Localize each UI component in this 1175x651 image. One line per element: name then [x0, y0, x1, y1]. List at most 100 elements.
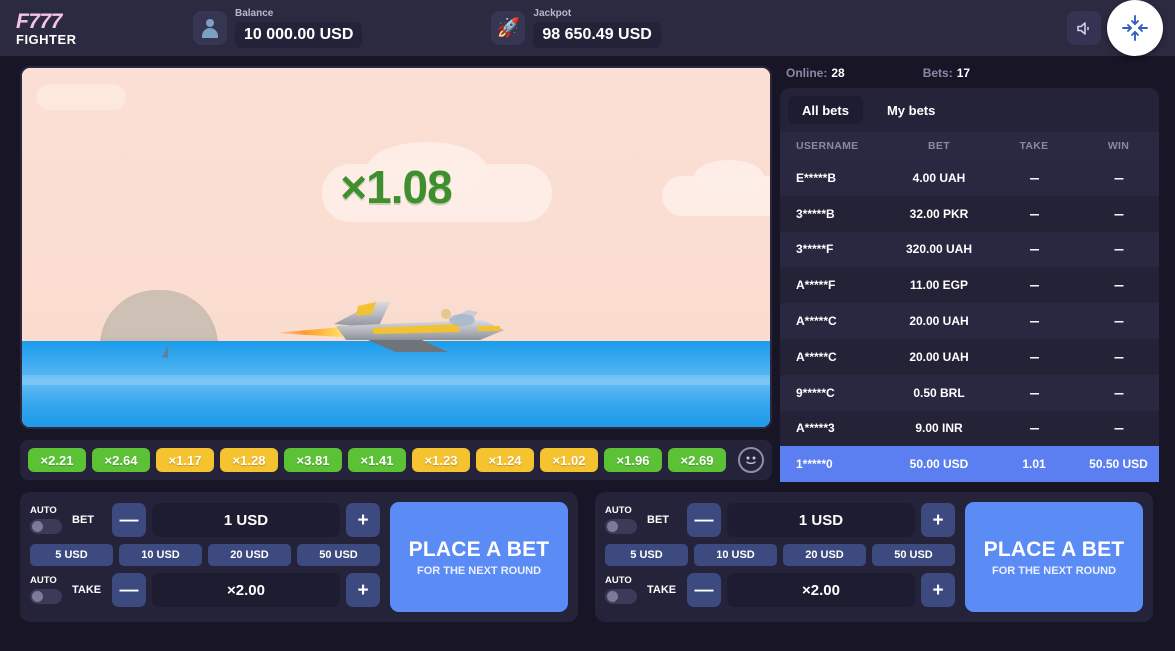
tab-my-bets[interactable]: My bets	[873, 96, 949, 124]
table-row[interactable]: E*****B 4.00 UAH --- ---	[780, 160, 1159, 196]
row-win: ---	[1114, 349, 1124, 364]
online-value: 28	[831, 66, 845, 80]
history-chip[interactable]: ×2.21	[28, 448, 86, 472]
row-take: ---	[1029, 349, 1040, 364]
take-increase-button[interactable]: +	[346, 573, 380, 607]
row-take: ---	[1029, 206, 1040, 221]
row-win: ---	[1114, 421, 1124, 436]
row-take: 1.01	[1022, 457, 1046, 472]
bet-label: BET	[72, 514, 94, 526]
table-row[interactable]: 3*****B 32.00 PKR --- ---	[780, 195, 1159, 232]
row-bet: 20.00 UAH	[909, 349, 969, 364]
history-chip[interactable]: ×1.02	[540, 448, 598, 472]
fighter-jet-icon	[272, 286, 522, 366]
auto-take-label: AUTO	[30, 575, 57, 587]
take-decrease-button[interactable]: —	[687, 573, 721, 607]
row-win: ---	[1114, 278, 1124, 293]
place-bet-main-label: PLACE A BET	[408, 537, 550, 561]
exit-fullscreen-icon[interactable]	[1107, 0, 1163, 56]
table-row[interactable]: A*****F 11.00 EGP --- ---	[780, 267, 1159, 304]
bets-count-value: 17	[956, 66, 971, 80]
take-multiplier-input[interactable]: ×2.00	[727, 573, 915, 607]
place-bet-sub-label: FOR THE NEXT ROUND	[416, 564, 542, 577]
jackpot-label: Jackpot	[533, 8, 572, 20]
history-chip[interactable]: ×2.69	[668, 448, 726, 472]
jackpot-value: 98 650.49 USD	[533, 22, 661, 48]
take-increase-button[interactable]: +	[921, 573, 955, 607]
bet-amount-input[interactable]: 1 USD	[152, 503, 340, 537]
row-username: 1*****0	[796, 457, 833, 472]
history-chip[interactable]: ×1.28	[220, 448, 278, 472]
history-chip[interactable]: ×1.17	[156, 448, 214, 472]
bet-panel-left: AUTO BET — 1 USD + 5 USD 10 USD 20 USD 5…	[20, 492, 578, 622]
row-bet: 20.00 UAH	[909, 314, 969, 329]
row-bet: 11.00 EGP	[909, 278, 969, 293]
place-bet-button[interactable]: PLACE A BET FOR THE NEXT ROUND	[965, 502, 1143, 612]
user-avatar-icon	[193, 11, 227, 45]
row-win: ---	[1114, 385, 1124, 400]
panel-stats: Online: 28 Bets: 17	[780, 58, 1159, 88]
row-bet: 32.00 PKR	[909, 206, 969, 221]
bets-table-header: USERNAME BET TAKE WIN	[780, 132, 1159, 160]
row-bet: 320.00 UAH	[905, 242, 973, 257]
row-username: A*****3	[796, 421, 835, 436]
brand-logo[interactable]: F777 FIGHTER	[0, 11, 100, 46]
place-bet-button[interactable]: PLACE A BET FOR THE NEXT ROUND	[390, 502, 568, 612]
row-win: ---	[1114, 314, 1124, 329]
quick-bet-button[interactable]: 5 USD	[605, 544, 688, 566]
balance-value: 10 000.00 USD	[235, 22, 363, 48]
history-chip[interactable]: ×1.24	[476, 448, 534, 472]
brand-logo-line1: F777	[16, 9, 62, 33]
row-take: ---	[1029, 242, 1040, 257]
row-take: ---	[1029, 278, 1040, 293]
auto-take-toggle[interactable]	[605, 588, 637, 604]
smiley-face-icon[interactable]	[738, 447, 764, 473]
row-username: E*****B	[796, 170, 837, 185]
quick-bet-button[interactable]: 50 USD	[297, 544, 380, 566]
bet-decrease-button[interactable]: —	[687, 503, 721, 537]
auto-bet-label: AUTO	[605, 505, 632, 517]
row-username: A*****C	[796, 314, 837, 329]
quick-bet-button[interactable]: 20 USD	[208, 544, 291, 566]
history-chip[interactable]: ×1.96	[604, 448, 662, 472]
history-chip[interactable]: ×2.64	[92, 448, 150, 472]
history-chip[interactable]: ×3.81	[284, 448, 342, 472]
speaker-icon[interactable]	[1067, 11, 1101, 45]
table-row-highlighted[interactable]: 1*****0 50.00 USD 1.01 50.50 USD	[780, 446, 1159, 483]
auto-bet-label: AUTO	[30, 505, 57, 517]
multiplier-value: ×1.08	[340, 161, 452, 213]
quick-bet-button[interactable]: 10 USD	[694, 544, 777, 566]
table-row[interactable]: A*****C 20.00 UAH --- ---	[780, 303, 1159, 339]
take-multiplier-input[interactable]: ×2.00	[152, 573, 340, 607]
brand-logo-line2: FIGHTER	[16, 31, 77, 47]
quick-bet-button[interactable]: 50 USD	[872, 544, 955, 566]
multiplier-history: ×2.21 ×2.64 ×1.17 ×1.28 ×3.81 ×1.41 ×1.2…	[20, 440, 772, 480]
history-chip[interactable]: ×1.41	[348, 448, 406, 472]
quick-bet-button[interactable]: 20 USD	[783, 544, 866, 566]
auto-bet-toggle[interactable]	[605, 518, 637, 534]
bet-amount-input[interactable]: 1 USD	[727, 503, 915, 537]
balance-label: Balance	[235, 8, 274, 20]
row-take: ---	[1029, 421, 1040, 436]
history-chip[interactable]: ×1.23	[412, 448, 470, 472]
row-win: ---	[1114, 170, 1124, 185]
take-decrease-button[interactable]: —	[112, 573, 146, 607]
table-row[interactable]: 3*****F 320.00 UAH --- ---	[780, 231, 1159, 268]
auto-bet-toggle[interactable]	[30, 518, 62, 534]
table-row[interactable]: 9*****C 0.50 BRL --- ---	[780, 374, 1159, 411]
bet-decrease-button[interactable]: —	[112, 503, 146, 537]
auto-take-label: AUTO	[605, 575, 632, 587]
table-row[interactable]: A*****3 9.00 INR --- ---	[780, 410, 1159, 447]
column-win: WIN	[1107, 140, 1130, 152]
row-take: ---	[1029, 170, 1040, 185]
row-username: A*****F	[796, 278, 836, 293]
bet-increase-button[interactable]: +	[346, 503, 380, 537]
quick-bet-button[interactable]: 5 USD	[30, 544, 113, 566]
bet-increase-button[interactable]: +	[921, 503, 955, 537]
column-bet: BET	[928, 140, 950, 152]
auto-take-toggle[interactable]	[30, 588, 62, 604]
table-row[interactable]: A*****C 20.00 UAH --- ---	[780, 338, 1159, 375]
top-bar: F777 FIGHTER Balance 10 000.00 USD 🚀 Jac…	[0, 0, 1175, 56]
quick-bet-button[interactable]: 10 USD	[119, 544, 202, 566]
tab-all-bets[interactable]: All bets	[788, 96, 863, 124]
